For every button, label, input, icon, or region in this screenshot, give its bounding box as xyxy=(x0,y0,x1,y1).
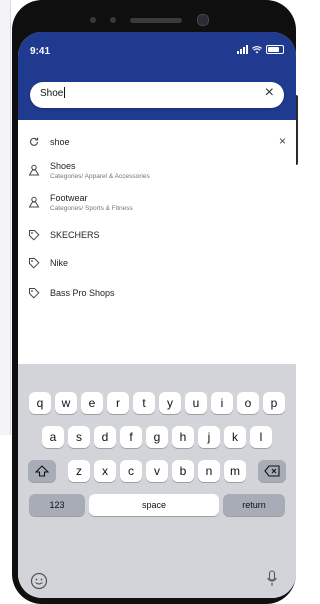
key-o[interactable]: o xyxy=(237,392,259,414)
keyboard-row-4: 123 space return xyxy=(18,494,296,516)
microphone-icon[interactable] xyxy=(266,570,278,588)
key-j[interactable]: j xyxy=(198,426,220,448)
text-cursor xyxy=(64,87,66,98)
suggestion-subtitle: Categories/ Apparel & Accessories xyxy=(50,173,150,180)
key-z[interactable]: z xyxy=(68,460,90,482)
tag-icon xyxy=(29,288,40,299)
key-t[interactable]: t xyxy=(133,392,155,414)
key-e[interactable]: e xyxy=(81,392,103,414)
key-b[interactable]: b xyxy=(172,460,194,482)
key-g[interactable]: g xyxy=(146,426,168,448)
key-y[interactable]: y xyxy=(159,392,181,414)
key-u[interactable]: u xyxy=(185,392,207,414)
list-item[interactable]: Shoes Categories/ Apparel & Accessories xyxy=(18,159,296,185)
tag-icon xyxy=(29,230,40,241)
sensor-dot xyxy=(90,17,96,23)
return-key[interactable]: return xyxy=(223,494,285,516)
key-a[interactable]: a xyxy=(42,426,64,448)
shift-icon xyxy=(35,465,49,477)
key-n[interactable]: n xyxy=(198,460,220,482)
key-h[interactable]: h xyxy=(172,426,194,448)
history-icon xyxy=(29,137,39,146)
key-k[interactable]: k xyxy=(224,426,246,448)
search-bar[interactable]: Shoe × xyxy=(30,82,284,108)
wifi-icon xyxy=(252,45,262,53)
list-item[interactable]: SKECHERS xyxy=(18,226,296,246)
front-camera xyxy=(197,14,209,26)
earpiece-speaker xyxy=(130,18,182,23)
key-l[interactable]: l xyxy=(250,426,272,448)
key-q[interactable]: q xyxy=(29,392,51,414)
category-icon xyxy=(28,164,40,176)
emoji-icon[interactable] xyxy=(30,572,48,590)
key-r[interactable]: r xyxy=(107,392,129,414)
remove-recent-button[interactable]: × xyxy=(279,134,286,148)
keyboard-row-2: asdfghjkl xyxy=(18,426,296,448)
keyboard-row-1: qwertyuiop xyxy=(18,392,296,414)
suggestion-subtitle: Categories/ Sports & Fitness xyxy=(50,205,133,212)
list-item[interactable]: Nike xyxy=(18,254,296,274)
app-screen: 9:41 Shoe × shoe × Shoes Categories/ App… xyxy=(18,32,296,598)
key-m[interactable]: m xyxy=(224,460,246,482)
key-x[interactable]: x xyxy=(94,460,116,482)
letter-keys-row-3: zxcvbnm xyxy=(68,460,246,482)
phone-top-bezel xyxy=(12,0,296,36)
suggestion-label: SKECHERS xyxy=(50,230,100,240)
suggestion-label: Bass Pro Shops xyxy=(50,288,115,298)
key-w[interactable]: w xyxy=(55,392,77,414)
on-screen-keyboard: qwertyuiop asdfghjkl zxcvbnm 123 space r… xyxy=(18,364,296,598)
background-panel-edge xyxy=(0,0,11,435)
key-v[interactable]: v xyxy=(146,460,168,482)
key-i[interactable]: i xyxy=(211,392,233,414)
backspace-icon xyxy=(264,465,280,477)
clear-search-button[interactable]: × xyxy=(265,84,274,102)
battery-icon xyxy=(266,45,284,54)
space-key[interactable]: space xyxy=(89,494,219,516)
list-item[interactable]: Footwear Categories/ Sports & Fitness xyxy=(18,191,296,217)
sensor-dot xyxy=(110,17,116,23)
status-time: 9:41 xyxy=(30,46,51,57)
key-c[interactable]: c xyxy=(120,460,142,482)
key-f[interactable]: f xyxy=(120,426,142,448)
key-p[interactable]: p xyxy=(263,392,285,414)
tag-icon xyxy=(29,258,40,269)
shift-key[interactable] xyxy=(28,460,56,482)
suggestion-label: Nike xyxy=(50,258,69,268)
suggestion-label: shoe xyxy=(50,137,70,147)
list-item[interactable]: Bass Pro Shops xyxy=(18,284,296,304)
numbers-key[interactable]: 123 xyxy=(29,494,85,516)
search-input[interactable]: Shoe xyxy=(40,87,66,99)
search-header: 9:41 Shoe × xyxy=(18,32,296,120)
key-d[interactable]: d xyxy=(94,426,116,448)
backspace-key[interactable] xyxy=(258,460,286,482)
key-s[interactable]: s xyxy=(68,426,90,448)
category-icon xyxy=(28,196,40,208)
signal-icon xyxy=(237,45,248,54)
suggestion-label: Shoes xyxy=(50,161,76,171)
suggestion-label: Footwear xyxy=(50,193,88,203)
status-icons xyxy=(237,45,284,54)
list-item[interactable]: shoe × xyxy=(18,133,296,153)
keyboard-row-3: zxcvbnm xyxy=(18,460,296,482)
